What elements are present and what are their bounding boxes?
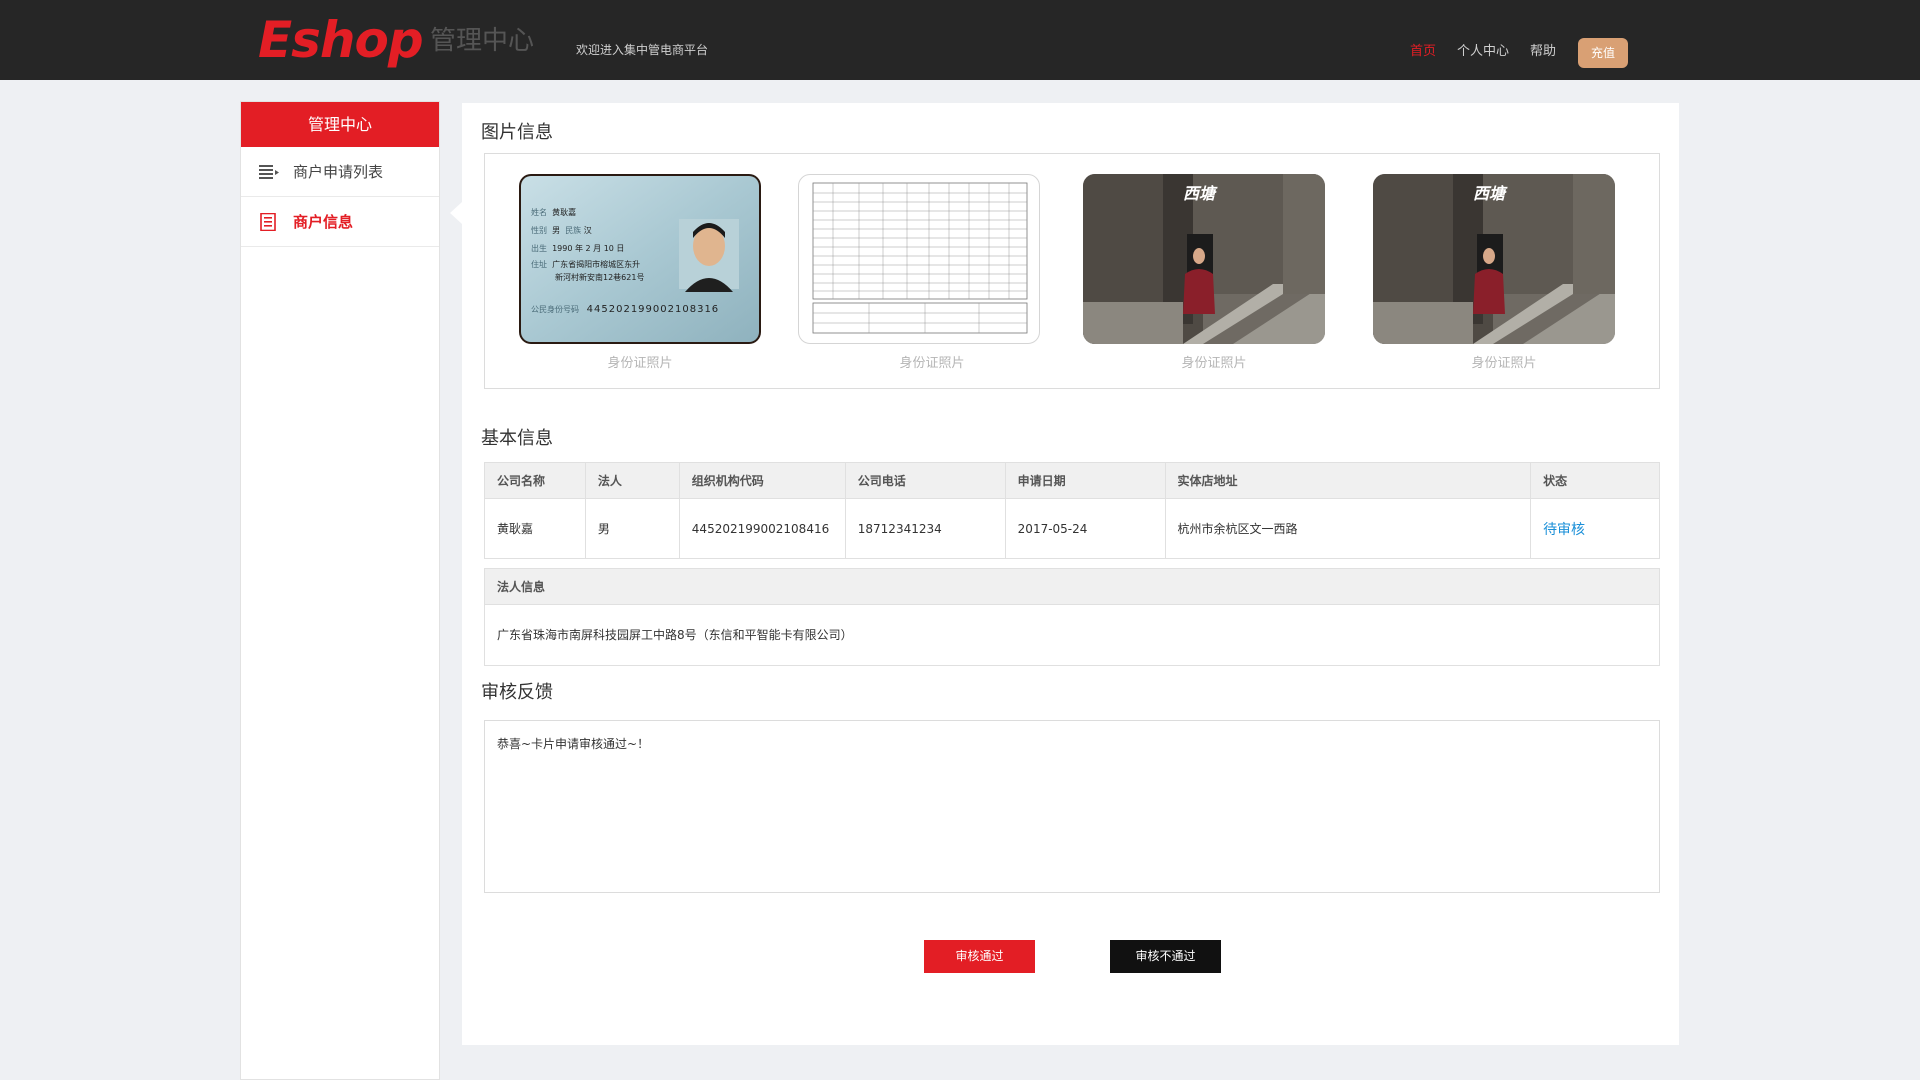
sidebar-item-merchant-info[interactable]: 商户信息 — [241, 197, 439, 247]
legal-person-cell: 男 — [584, 498, 680, 559]
sidebar-item-label: 商户信息 — [293, 213, 354, 231]
main-panel: 图片信息 姓名 黄耿嘉 性别 男 民族 汉 出生 1990 年 2 月 10 日… — [462, 103, 1679, 1045]
column-header: 状态 — [1530, 462, 1660, 499]
nav-personal-center-link[interactable]: 个人中心 — [1457, 43, 1509, 61]
street-scene-photo[interactable]: 西塘 — [1083, 174, 1325, 344]
nav-help-link[interactable]: 帮助 — [1530, 43, 1556, 61]
column-header: 组织机构代码 — [678, 462, 846, 499]
welcome-text: 欢迎进入集中管电商平台 — [576, 43, 709, 57]
column-header: 申请日期 — [1004, 462, 1166, 499]
sidebar-item-label: 商户申请列表 — [293, 163, 384, 181]
list-icon — [259, 165, 279, 179]
legal-info-label: 法人信息 — [485, 569, 1659, 605]
phone-cell: 18712341234 — [844, 498, 1006, 559]
photo-gallery: 姓名 黄耿嘉 性别 男 民族 汉 出生 1990 年 2 月 10 日 住址 广… — [484, 153, 1660, 389]
id-card-fields: 姓名 黄耿嘉 性别 男 民族 汉 出生 1990 年 2 月 10 日 住址 广… — [531, 208, 645, 282]
photo-caption: 身份证照片 — [1471, 356, 1537, 371]
photo-watermark: 西塘 — [1183, 184, 1216, 203]
document-icon — [260, 213, 276, 231]
reject-button[interactable]: 审核不通过 — [1110, 940, 1221, 973]
photo-section-title: 图片信息 — [481, 122, 553, 143]
photo-caption: 身份证照片 — [1181, 356, 1247, 371]
status-cell: 待审核 — [1530, 498, 1660, 559]
active-item-pointer — [450, 202, 462, 224]
id-card-number-row: 公民身份号码 445202199002108316 — [531, 304, 720, 315]
nav-home-link[interactable]: 首页 — [1410, 43, 1436, 61]
apply-date-cell: 2017-05-24 — [1004, 498, 1166, 559]
column-header: 实体店地址 — [1164, 462, 1532, 499]
org-code-cell: 445202199002108416 — [678, 498, 846, 559]
table-row: 黄耿嘉 男 445202199002108416 18712341234 201… — [484, 498, 1660, 559]
street-scene-photo-2[interactable]: 西塘 — [1373, 174, 1615, 344]
feedback-title: 审核反馈 — [481, 682, 553, 703]
photo-caption: 身份证照片 — [607, 356, 673, 371]
sidebar: 管理中心 商户申请列表 商户信息 — [240, 101, 440, 1080]
feedback-textarea[interactable]: 恭喜~卡片申请审核通过~！ — [484, 720, 1660, 893]
header-subtitle: 管理中心 — [430, 26, 535, 56]
merchant-info-table: 公司名称 法人 组织机构代码 公司电话 申请日期 实体店地址 状态 黄耿嘉 男 … — [484, 462, 1660, 559]
top-bar: Eshop 管理中心 欢迎进入集中管电商平台 首页 个人中心 帮助 充值 — [0, 0, 1920, 80]
column-header: 公司电话 — [844, 462, 1006, 499]
basic-info-title: 基本信息 — [481, 428, 553, 449]
store-address-cell: 杭州市余杭区文一西路 — [1164, 498, 1532, 559]
form-document-photo[interactable] — [798, 174, 1040, 344]
company-name-cell: 黄耿嘉 — [484, 498, 586, 559]
column-header: 公司名称 — [484, 462, 586, 499]
sidebar-title: 管理中心 — [241, 102, 439, 147]
recharge-button[interactable]: 充值 — [1578, 38, 1628, 68]
eshop-logo[interactable]: Eshop — [258, 10, 424, 70]
id-card-photo[interactable]: 姓名 黄耿嘉 性别 男 民族 汉 出生 1990 年 2 月 10 日 住址 广… — [519, 174, 761, 344]
table-header-row: 公司名称 法人 组织机构代码 公司电话 申请日期 实体店地址 状态 — [484, 462, 1660, 499]
approve-button[interactable]: 审核通过 — [924, 940, 1035, 973]
form-document-image — [812, 182, 1028, 334]
column-header: 法人 — [584, 462, 680, 499]
sidebar-item-merchant-applications[interactable]: 商户申请列表 — [241, 147, 439, 197]
legal-person-info-box: 法人信息 广东省珠海市南屏科技园屏工中路8号（东信和平智能卡有限公司） — [484, 568, 1660, 666]
photo-caption: 身份证照片 — [899, 356, 965, 371]
status-pending-link[interactable]: 待审核 — [1543, 522, 1585, 538]
legal-info-value: 广东省珠海市南屏科技园屏工中路8号（东信和平智能卡有限公司） — [497, 628, 853, 642]
photo-watermark: 西塘 — [1473, 184, 1506, 203]
